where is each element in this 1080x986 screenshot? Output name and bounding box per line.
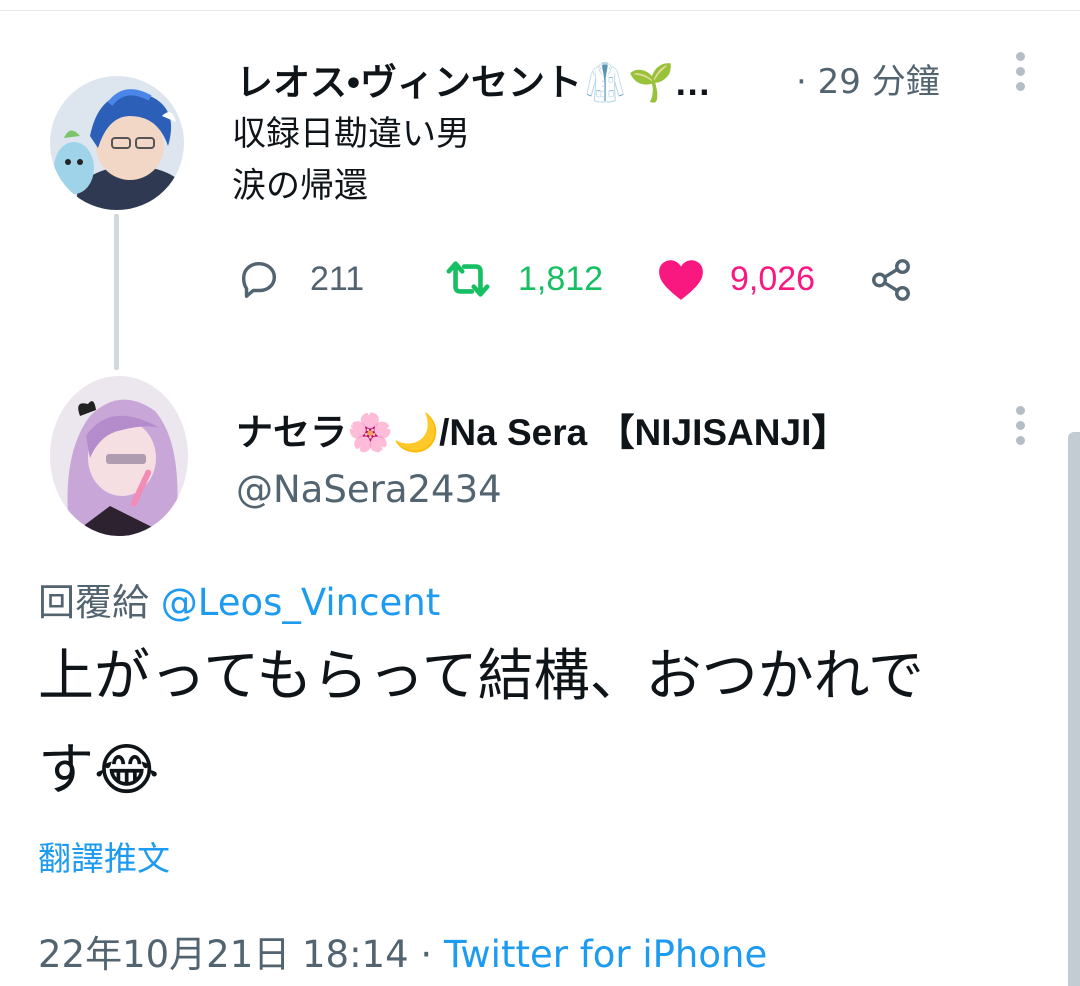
retweet-button[interactable]: 1,812 — [440, 256, 603, 302]
reply-to-prefix: 回覆給 — [38, 581, 149, 624]
tweet1-separator: · — [796, 62, 807, 102]
tweet1-more-icon[interactable] — [1014, 52, 1026, 97]
thread-connector-line — [114, 214, 119, 370]
tweet2-text-line-2: す😂 — [38, 724, 1048, 818]
top-divider — [0, 10, 1080, 11]
tweet1-display-name[interactable]: レオス•ヴィンセント🥼🌱… — [236, 52, 711, 106]
tweet1-text: 収録日勘違い男 涙の帰還 — [232, 108, 470, 212]
tweet1-line-1: 収録日勘違い男 — [232, 114, 470, 154]
tweet2-text-line-1: 上がってもらって結構、おつかれで — [38, 644, 924, 709]
like-count: 9,026 — [730, 259, 816, 298]
share-icon — [872, 259, 910, 301]
reply-icon — [241, 261, 277, 298]
tears-of-joy-emoji: 😂 — [94, 738, 160, 803]
tweet2-footer: 22年10月21日 18:14 · Twitter for iPhone — [38, 924, 767, 978]
leos-avatar[interactable] — [50, 76, 184, 210]
tweet2-name-suffix: /Na Sera 【NIJISANJI】 — [439, 412, 849, 453]
tweet2-text-line-2-text: す — [38, 738, 94, 803]
tweet1-timestamp: 29 分鐘 — [817, 62, 940, 102]
like-button[interactable]: 9,026 — [656, 256, 815, 302]
tweet1-name-emojis: 🥼🌱 — [581, 62, 675, 103]
tweet2-more-icon[interactable] — [1014, 406, 1026, 451]
tweet2-timestamp[interactable]: 22年10月21日 18:14 — [38, 933, 409, 976]
reply-button[interactable]: 211 — [236, 256, 364, 302]
tweet2-name-emojis: 🌸🌙 — [347, 412, 440, 453]
translate-tweet-link[interactable]: 翻譯推文 — [38, 832, 170, 880]
footer-separator: · — [420, 933, 433, 976]
retweet-count: 1,812 — [518, 259, 604, 298]
tweet1-time[interactable]: · 29 分鐘 — [796, 54, 940, 103]
reply-to-line: 回覆給 @Leos_Vincent — [38, 572, 440, 626]
tweet2-text: 上がってもらって結構、おつかれで す😂 — [38, 630, 1048, 818]
share-button[interactable] — [868, 256, 914, 304]
tweet1-name-truncation: … — [674, 62, 712, 103]
like-icon-filled — [659, 260, 703, 300]
retweet-icon — [446, 261, 490, 297]
reply-count: 211 — [310, 259, 365, 298]
nasera-avatar[interactable] — [50, 376, 188, 536]
tweet2-name-prefix: ナセラ — [236, 412, 347, 453]
reply-to-handle-link[interactable]: @Leos_Vincent — [161, 581, 440, 624]
tweet2-display-name[interactable]: ナセラ🌸🌙/Na Sera 【NIJISANJI】 — [236, 402, 848, 456]
tweet1-line-2: 涙の帰還 — [232, 166, 368, 206]
source-link[interactable]: Twitter for iPhone — [444, 933, 767, 976]
tweet1-name-text: レオス•ヴィンセント — [236, 62, 582, 103]
scrollbar[interactable] — [1068, 432, 1080, 986]
tweet2-handle[interactable]: @NaSera2434 — [236, 468, 502, 511]
